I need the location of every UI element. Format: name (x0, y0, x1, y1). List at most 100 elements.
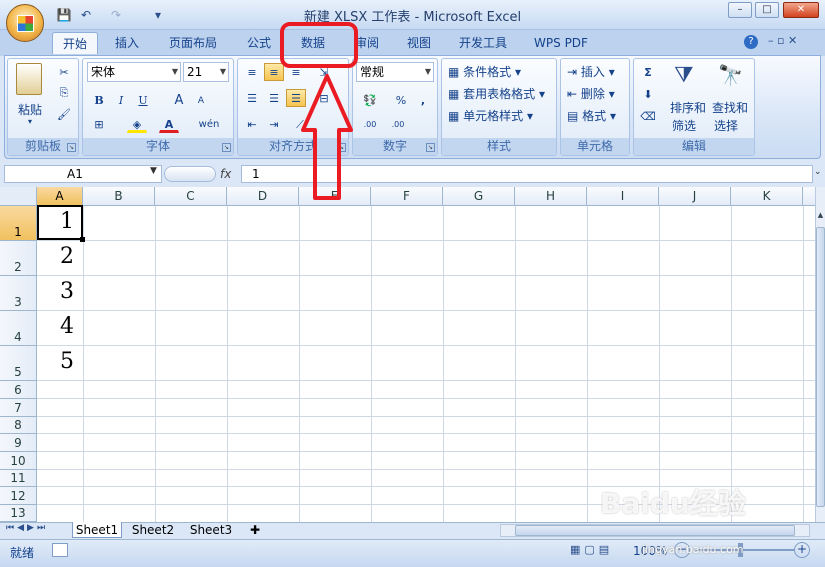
cell-A4[interactable]: 4 (38, 314, 80, 339)
comma-button[interactable]: , (413, 91, 433, 109)
row-header[interactable]: 7 (0, 399, 37, 417)
align-top-icon[interactable]: ≡ (242, 63, 262, 81)
scroll-up-icon[interactable]: ▲ (816, 211, 825, 221)
format-painter-icon[interactable]: 🖌 (54, 105, 74, 123)
sort-filter-label-2[interactable]: 筛选 (672, 117, 696, 134)
autosum-button[interactable]: Σ (638, 63, 658, 81)
row-header[interactable]: 1 (0, 206, 37, 241)
conditional-formatting-button[interactable]: ▦ 条件格式 ▾ (448, 63, 521, 80)
zoom-in-icon[interactable]: + (794, 542, 810, 558)
column-header[interactable]: H (515, 187, 587, 206)
row-header[interactable]: 6 (0, 381, 37, 399)
row-header[interactable]: 9 (0, 434, 37, 452)
column-header[interactable]: A (37, 187, 83, 206)
sheet-tab-3[interactable]: Sheet3 (184, 522, 238, 538)
row-header[interactable]: 13 (0, 505, 37, 522)
percent-button[interactable]: % (391, 91, 411, 109)
font-name-combo[interactable]: 宋体 ▼ (87, 62, 181, 82)
italic-button[interactable]: I (111, 91, 131, 109)
accounting-format-icon[interactable]: 💱 (357, 91, 383, 109)
help-icon[interactable]: ? (744, 35, 758, 49)
increase-decimal-button[interactable]: .00 (357, 115, 383, 133)
column-header[interactable]: K (731, 187, 803, 206)
fill-color-icon[interactable]: ◈ (127, 115, 147, 133)
phonetic-button[interactable]: wén (195, 115, 223, 133)
cut-icon[interactable]: ✂ (54, 63, 74, 81)
fill-handle[interactable] (80, 237, 85, 242)
sort-filter-icon[interactable]: ⧩ (674, 63, 694, 88)
cell-styles-button[interactable]: ▦ 单元格样式 ▾ (448, 107, 533, 124)
dialog-launcher-icon[interactable]: ↘ (222, 143, 231, 152)
insert-sheet-icon[interactable]: ✚ (244, 522, 266, 538)
maximize-button[interactable]: □ (755, 2, 779, 18)
sheet-tab-2[interactable]: Sheet2 (126, 522, 180, 538)
paste-dropdown-icon[interactable]: ▾ (28, 117, 32, 126)
column-header-partial[interactable] (803, 187, 815, 206)
row-header[interactable]: 3 (0, 276, 37, 311)
align-center-icon[interactable]: ☰ (264, 89, 284, 107)
paste-button[interactable]: 粘贴 (18, 101, 42, 118)
scroll-thumb[interactable] (816, 227, 825, 507)
format-cells-button[interactable]: ▤ 格式 ▾ (567, 107, 616, 124)
horizontal-scrollbar[interactable] (500, 524, 810, 537)
align-middle-icon[interactable]: ≡ (264, 63, 284, 81)
tab-formulas[interactable]: 公式 (236, 32, 282, 54)
format-as-table-button[interactable]: ▦ 套用表格格式 ▾ (448, 85, 545, 102)
vertical-scrollbar[interactable]: ▲ (815, 187, 825, 522)
align-left-icon[interactable]: ☰ (242, 89, 262, 107)
shrink-font-button[interactable]: A (191, 91, 211, 109)
formula-splitter[interactable] (164, 166, 216, 182)
tab-wps-pdf[interactable]: WPS PDF (526, 32, 596, 54)
worksheet-grid[interactable]: A B C D E F G H I J K 1 2 3 4 5 6 7 8 9 … (0, 187, 815, 522)
row-header[interactable]: 2 (0, 241, 37, 276)
view-buttons[interactable]: ▦▢▤ (570, 543, 624, 559)
underline-button[interactable]: U (133, 91, 153, 109)
column-header[interactable]: G (443, 187, 515, 206)
paste-icon[interactable] (16, 63, 42, 95)
number-format-combo[interactable]: 常规 ▼ (356, 62, 434, 82)
expand-formula-icon[interactable]: ⌄ (814, 167, 822, 177)
insert-cells-button[interactable]: ⇥ 插入 ▾ (567, 63, 615, 80)
column-header[interactable]: F (371, 187, 443, 206)
row-header[interactable]: 11 (0, 470, 37, 487)
decrease-decimal-button[interactable]: .00 (385, 115, 411, 133)
cell-A5[interactable]: 5 (38, 349, 80, 374)
insert-function-button[interactable]: fx (220, 165, 240, 183)
column-header[interactable]: C (155, 187, 227, 206)
cell-A3[interactable]: 3 (38, 279, 80, 304)
column-header[interactable]: B (83, 187, 155, 206)
tab-insert[interactable]: 插入 (104, 32, 150, 54)
macro-record-icon[interactable] (52, 543, 68, 557)
column-header[interactable]: I (587, 187, 659, 206)
tab-page-layout[interactable]: 页面布局 (160, 32, 226, 54)
grow-font-button[interactable]: A (169, 91, 189, 109)
copy-icon[interactable]: ⎘ (54, 83, 74, 101)
name-box-dropdown-icon[interactable]: ▼ (150, 166, 157, 176)
hscroll-thumb[interactable] (515, 525, 795, 536)
font-color-icon[interactable]: A (159, 115, 179, 133)
row-header[interactable]: 12 (0, 487, 37, 505)
tab-view[interactable]: 视图 (396, 32, 442, 54)
increase-indent-icon[interactable]: ⇥ (264, 115, 284, 133)
row-header[interactable]: 8 (0, 417, 37, 434)
delete-cells-button[interactable]: ⇤ 删除 ▾ (567, 85, 615, 102)
tab-developer[interactable]: 开发工具 (450, 32, 516, 54)
row-header[interactable]: 4 (0, 311, 37, 346)
find-select-label[interactable]: 查找和 (712, 99, 748, 116)
office-button[interactable] (6, 4, 44, 42)
find-select-label-2[interactable]: 选择 (714, 117, 738, 134)
dialog-launcher-icon[interactable]: ↘ (67, 143, 76, 152)
minimize-button[interactable]: – (728, 2, 752, 18)
column-header[interactable]: J (659, 187, 731, 206)
close-button[interactable]: ✕ (783, 2, 819, 18)
fill-icon[interactable]: ⬇ (638, 85, 658, 103)
bold-button[interactable]: B (89, 91, 109, 109)
name-box[interactable]: A1 (4, 165, 162, 183)
border-icon[interactable]: ⊞ (89, 115, 109, 133)
decrease-indent-icon[interactable]: ⇤ (242, 115, 262, 133)
clear-icon[interactable]: ⌫ (638, 107, 658, 125)
sort-filter-label[interactable]: 排序和 (670, 99, 706, 116)
sheet-tab-1[interactable]: Sheet1 (72, 522, 122, 538)
ribbon-minimize-icon[interactable]: – ▫ ✕ (768, 34, 797, 47)
cell-A2[interactable]: 2 (38, 244, 80, 269)
